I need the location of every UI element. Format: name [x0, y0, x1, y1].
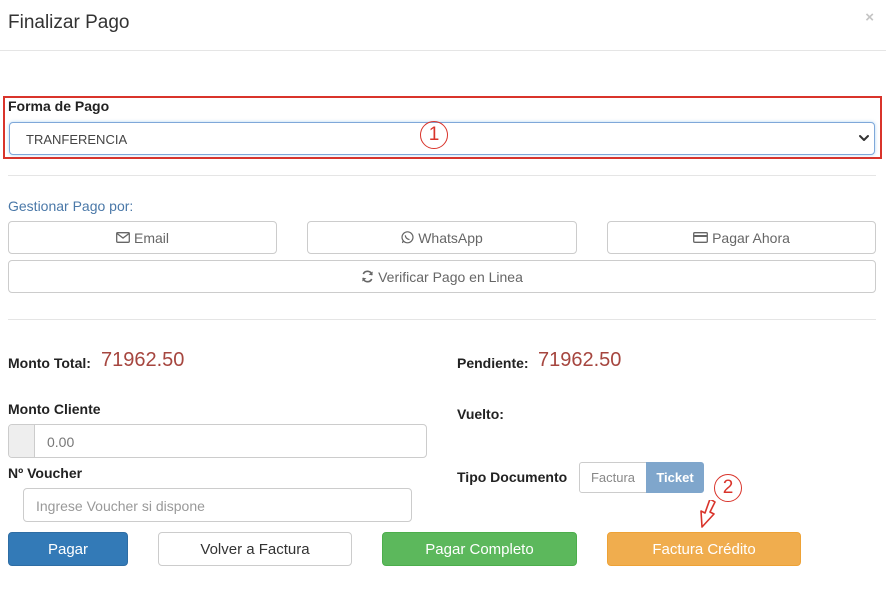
refresh-icon: [362, 270, 373, 283]
manage-payment-label: Gestionar Pago por:: [8, 198, 134, 214]
voucher-label: Nº Voucher: [8, 465, 83, 481]
modal-title: Finalizar Pago: [8, 12, 130, 33]
annotation-marker-2: 2: [714, 474, 742, 502]
divider: [8, 175, 876, 176]
credit-invoice-button[interactable]: Factura Crédito: [607, 532, 801, 566]
envelope-icon: [116, 232, 130, 243]
client-amount-input[interactable]: 0.00: [8, 424, 427, 458]
total-amount-label: Monto Total:: [8, 355, 91, 371]
whatsapp-button[interactable]: WhatsApp: [307, 221, 577, 254]
document-type-label: Tipo Documento: [457, 469, 568, 485]
client-amount-value: 0.00: [47, 434, 75, 450]
modal-header: Finalizar Pago ×: [0, 0, 886, 51]
email-button-label: Email: [133, 229, 169, 246]
chevron-down-icon: [859, 135, 869, 141]
whatsapp-icon: [401, 231, 414, 244]
credit-card-icon: [693, 232, 709, 243]
pay-now-button-label: Pagar Ahora: [712, 229, 790, 246]
pay-now-button[interactable]: Pagar Ahora: [607, 221, 876, 254]
whatsapp-button-label: WhatsApp: [418, 229, 483, 246]
document-type-ticket-toggle[interactable]: Ticket: [646, 462, 704, 493]
client-amount-label: Monto Cliente: [8, 401, 101, 417]
pay-full-button[interactable]: Pagar Completo: [382, 532, 577, 566]
annotation-marker-1: 1: [420, 121, 448, 149]
pending-value: 71962.50: [538, 349, 622, 371]
change-label: Vuelto:: [457, 406, 504, 422]
voucher-placeholder: Ingrese Voucher si dispone: [36, 498, 205, 514]
input-addon: [9, 425, 35, 457]
payment-method-label: Forma de Pago: [8, 98, 110, 114]
total-amount-value: 71962.50: [101, 349, 185, 371]
verify-online-payment-button[interactable]: Verificar Pago en Linea: [8, 260, 876, 293]
annotation-arrow-icon: [700, 500, 716, 528]
pay-button[interactable]: Pagar: [8, 532, 128, 566]
payment-method-value: TRANFERENCIA: [26, 132, 128, 147]
verify-online-payment-label: Verificar Pago en Linea: [378, 268, 523, 285]
close-icon[interactable]: ×: [865, 9, 874, 26]
document-type-factura-toggle[interactable]: Factura: [579, 462, 647, 493]
divider: [8, 319, 876, 320]
back-to-invoice-button[interactable]: Volver a Factura: [158, 532, 352, 566]
voucher-input[interactable]: Ingrese Voucher si dispone: [23, 488, 412, 522]
pending-label: Pendiente:: [457, 355, 529, 371]
email-button[interactable]: Email: [8, 221, 277, 254]
